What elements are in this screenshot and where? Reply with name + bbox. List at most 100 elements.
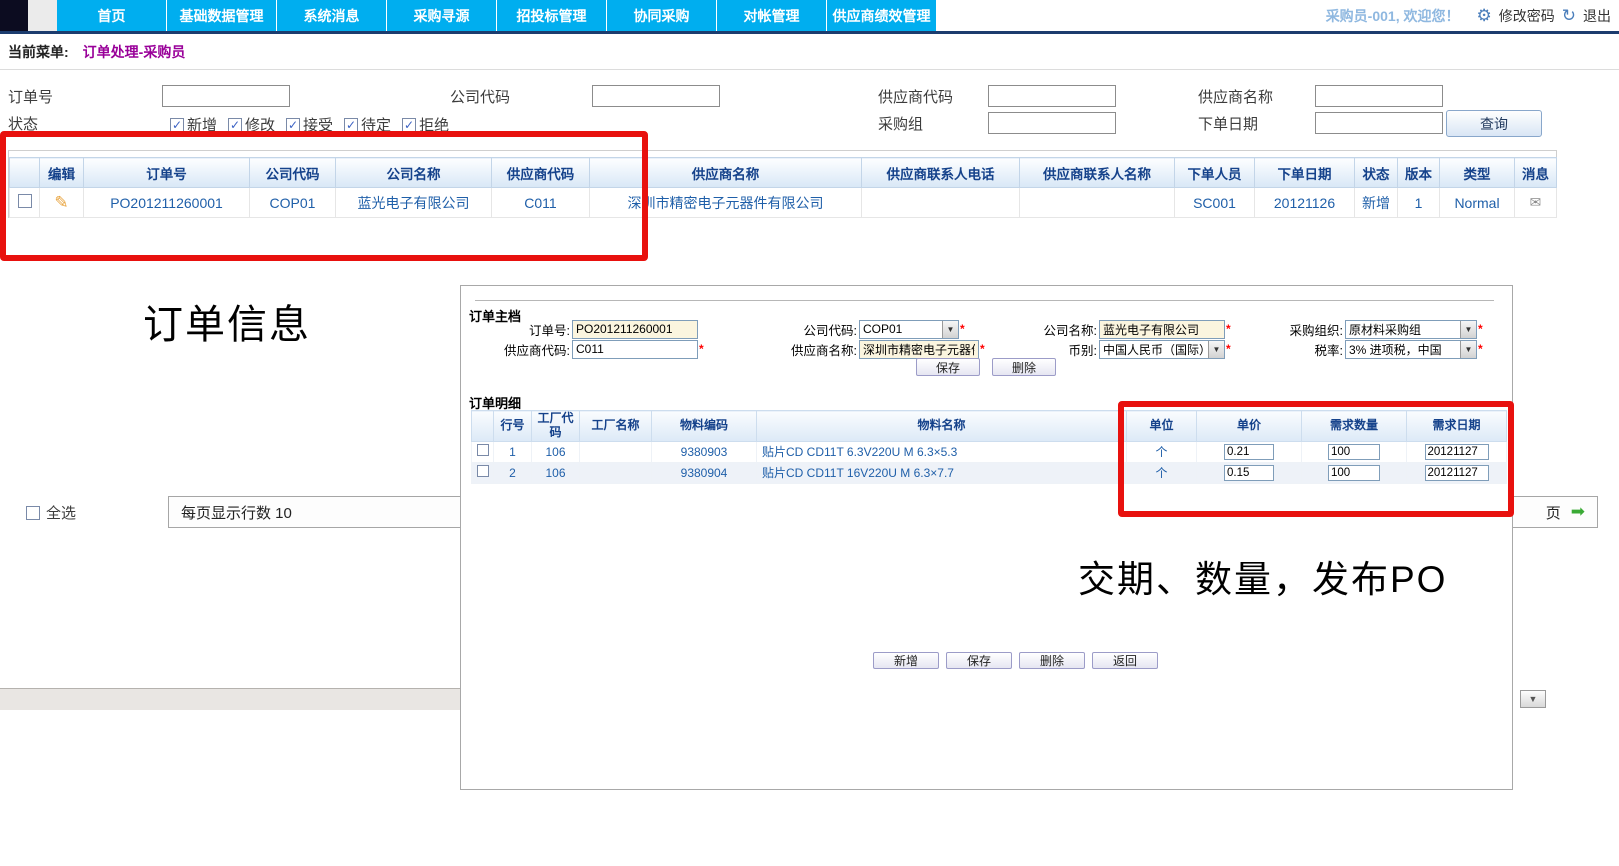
chevron-down-icon[interactable]: ▼ xyxy=(1460,321,1476,338)
dlg-purchase-org-label: 采购组织: xyxy=(1233,320,1345,339)
dlg-company-code-label: 公司代码: xyxy=(751,320,859,339)
status-checkbox-accepted[interactable]: ✓ xyxy=(286,118,300,132)
dlg-company-code-value: COP01 xyxy=(860,321,942,338)
dlg-order-no-label: 订单号: xyxy=(471,320,572,339)
dlg-purchase-org-select[interactable]: 原材料采购组 ▼ xyxy=(1345,320,1477,339)
supplier-code-input[interactable] xyxy=(988,85,1116,107)
header-order-date: 下单日期 xyxy=(1255,158,1355,188)
annotation-order-info-text: 订单信息 xyxy=(143,292,311,350)
dlg-tax-rate-select[interactable]: 3% 进项税，中国 ▼ xyxy=(1345,340,1477,359)
header-contact-name: 供应商联系人名称 xyxy=(1020,158,1175,188)
dlg-supplier-name-label: 供应商名称: xyxy=(751,340,859,359)
annotation-delivery-text: 交期、数量，发布PO xyxy=(1078,549,1447,603)
master-delete-button[interactable]: 删除 xyxy=(992,358,1056,376)
bottom-dropdown-arrow[interactable]: ▼ xyxy=(1520,690,1546,708)
dt-header-checkbox xyxy=(472,411,494,442)
status-checkbox-pending[interactable]: ✓ xyxy=(344,118,358,132)
dlg-company-code-select[interactable]: COP01 ▼ xyxy=(859,320,959,339)
header-message: 消息 xyxy=(1515,158,1557,188)
dt-cell-material-name: 贴片CD CD11T 6.3V220U M 6.3×5.3 xyxy=(757,441,1127,462)
logout-link[interactable]: 退出 xyxy=(1583,6,1611,26)
supplier-name-label: 供应商名称 xyxy=(1198,87,1273,109)
order-no-label: 订单号 xyxy=(8,87,53,109)
nav-tab-reconciliation[interactable]: 对帐管理 xyxy=(717,0,827,31)
nav-tab-supplier-performance[interactable]: 供应商绩效管理 xyxy=(827,0,937,31)
supplier-name-input[interactable] xyxy=(1315,85,1443,107)
header-status: 状态 xyxy=(1355,158,1398,188)
dlg-currency-value: 中国人民币（国际） xyxy=(1100,341,1208,358)
search-button[interactable]: 查询 xyxy=(1446,110,1542,137)
cell-contact-name xyxy=(1020,188,1175,218)
chevron-down-icon[interactable]: ▼ xyxy=(942,321,958,338)
nav-tab-home[interactable]: 首页 xyxy=(57,0,167,31)
change-password-link[interactable]: 修改密码 xyxy=(1499,6,1555,26)
supplier-code-label: 供应商代码 xyxy=(878,87,953,109)
dt-cell-factory-name xyxy=(580,441,652,462)
dt-cell-line: 2 xyxy=(494,462,532,483)
status-checkbox-new[interactable]: ✓ xyxy=(170,118,184,132)
purchase-group-label: 采购组 xyxy=(878,114,923,136)
nav-tab-collaborative-procurement[interactable]: 协同采购 xyxy=(607,0,717,31)
master-save-button[interactable]: 保存 xyxy=(916,358,980,376)
nav-tab-basic-data[interactable]: 基础数据管理 xyxy=(167,0,277,31)
header-contact-phone: 供应商联系人电话 xyxy=(862,158,1020,188)
annotation-red-box-detail xyxy=(1118,401,1514,517)
dt-header-factory-code: 工厂代码 xyxy=(532,411,580,442)
dlg-order-no-input[interactable] xyxy=(572,320,698,339)
cell-status: 新增 xyxy=(1355,188,1398,218)
master-buttons: 保存 删除 xyxy=(916,358,1056,376)
nav-tab-sourcing[interactable]: 采购寻源 xyxy=(387,0,497,31)
breadcrumb-label: 当前菜单: xyxy=(8,42,69,62)
purchase-group-input[interactable] xyxy=(988,112,1116,134)
dialog-top-divider xyxy=(475,300,1494,301)
required-asterisk: * xyxy=(960,322,965,336)
refresh-icon[interactable]: ↻ xyxy=(1562,7,1576,24)
breadcrumb: 当前菜单: 订单处理-采购员 xyxy=(0,34,1619,70)
order-no-input[interactable] xyxy=(162,85,290,107)
status-checkbox-modified[interactable]: ✓ xyxy=(228,118,242,132)
page: 首页 基础数据管理 系统消息 采购寻源 招投标管理 协同采购 对帐管理 供应商绩… xyxy=(0,0,1619,866)
header-placed-by: 下单人员 xyxy=(1175,158,1255,188)
nav-tab-system-messages[interactable]: 系统消息 xyxy=(277,0,387,31)
dlg-supplier-code-input[interactable] xyxy=(572,340,698,359)
detail-row-checkbox[interactable] xyxy=(477,444,489,456)
next-page-arrow-icon[interactable]: ➡ xyxy=(1571,502,1585,522)
dt-cell-material-name: 贴片CD CD11T 16V220U M 6.3×7.7 xyxy=(757,462,1127,483)
nav-corner-block xyxy=(0,0,28,31)
nav-gap xyxy=(28,0,57,31)
message-mail-icon[interactable]: ✉ xyxy=(1530,194,1542,210)
detail-back-button[interactable]: 返回 xyxy=(1092,652,1158,669)
cell-order-date: 20121126 xyxy=(1255,188,1355,218)
detail-delete-button[interactable]: 删除 xyxy=(1019,652,1085,669)
detail-save-button[interactable]: 保存 xyxy=(946,652,1012,669)
order-dialog: 订单主档 订单号: 公司代码: COP01 ▼ * 公司名称: * 采购组织: … xyxy=(460,285,1513,790)
detail-row-checkbox[interactable] xyxy=(477,465,489,477)
order-date-input[interactable] xyxy=(1315,112,1443,134)
dlg-supplier-code-label: 供应商代码: xyxy=(471,340,572,359)
annotation-red-box-orders xyxy=(0,131,648,261)
gear-icon[interactable]: ⚙ xyxy=(1477,7,1492,24)
status-checkbox-rejected[interactable]: ✓ xyxy=(402,118,416,132)
cell-version: 1 xyxy=(1398,188,1440,218)
dlg-currency-select[interactable]: 中国人民币（国际） ▼ xyxy=(1099,340,1225,359)
nav-tab-bidding[interactable]: 招投标管理 xyxy=(497,0,607,31)
header-version: 版本 xyxy=(1398,158,1440,188)
dt-cell-material-code: 9380904 xyxy=(652,462,757,483)
dt-header-factory-name: 工厂名称 xyxy=(580,411,652,442)
dlg-tax-rate-label: 税率: xyxy=(1233,340,1345,359)
dlg-company-name-input[interactable] xyxy=(1099,320,1225,339)
required-asterisk: * xyxy=(1478,322,1483,336)
dlg-supplier-name-input[interactable] xyxy=(859,340,979,359)
detail-add-button[interactable]: 新增 xyxy=(873,652,939,669)
chevron-down-icon[interactable]: ▼ xyxy=(1208,341,1224,358)
top-nav-bar: 首页 基础数据管理 系统消息 采购寻源 招投标管理 协同采购 对帐管理 供应商绩… xyxy=(0,0,1619,34)
dlg-tax-rate-value: 3% 进项税，中国 xyxy=(1346,341,1460,358)
select-all-checkbox[interactable] xyxy=(26,506,40,520)
cell-contact-phone xyxy=(862,188,1020,218)
required-asterisk: * xyxy=(1226,342,1231,356)
company-code-input[interactable] xyxy=(592,85,720,107)
company-code-label: 公司代码 xyxy=(450,87,510,109)
dt-header-material-code: 物料编码 xyxy=(652,411,757,442)
chevron-down-icon[interactable]: ▼ xyxy=(1460,341,1476,358)
page-char-label: 页 xyxy=(1546,502,1561,523)
